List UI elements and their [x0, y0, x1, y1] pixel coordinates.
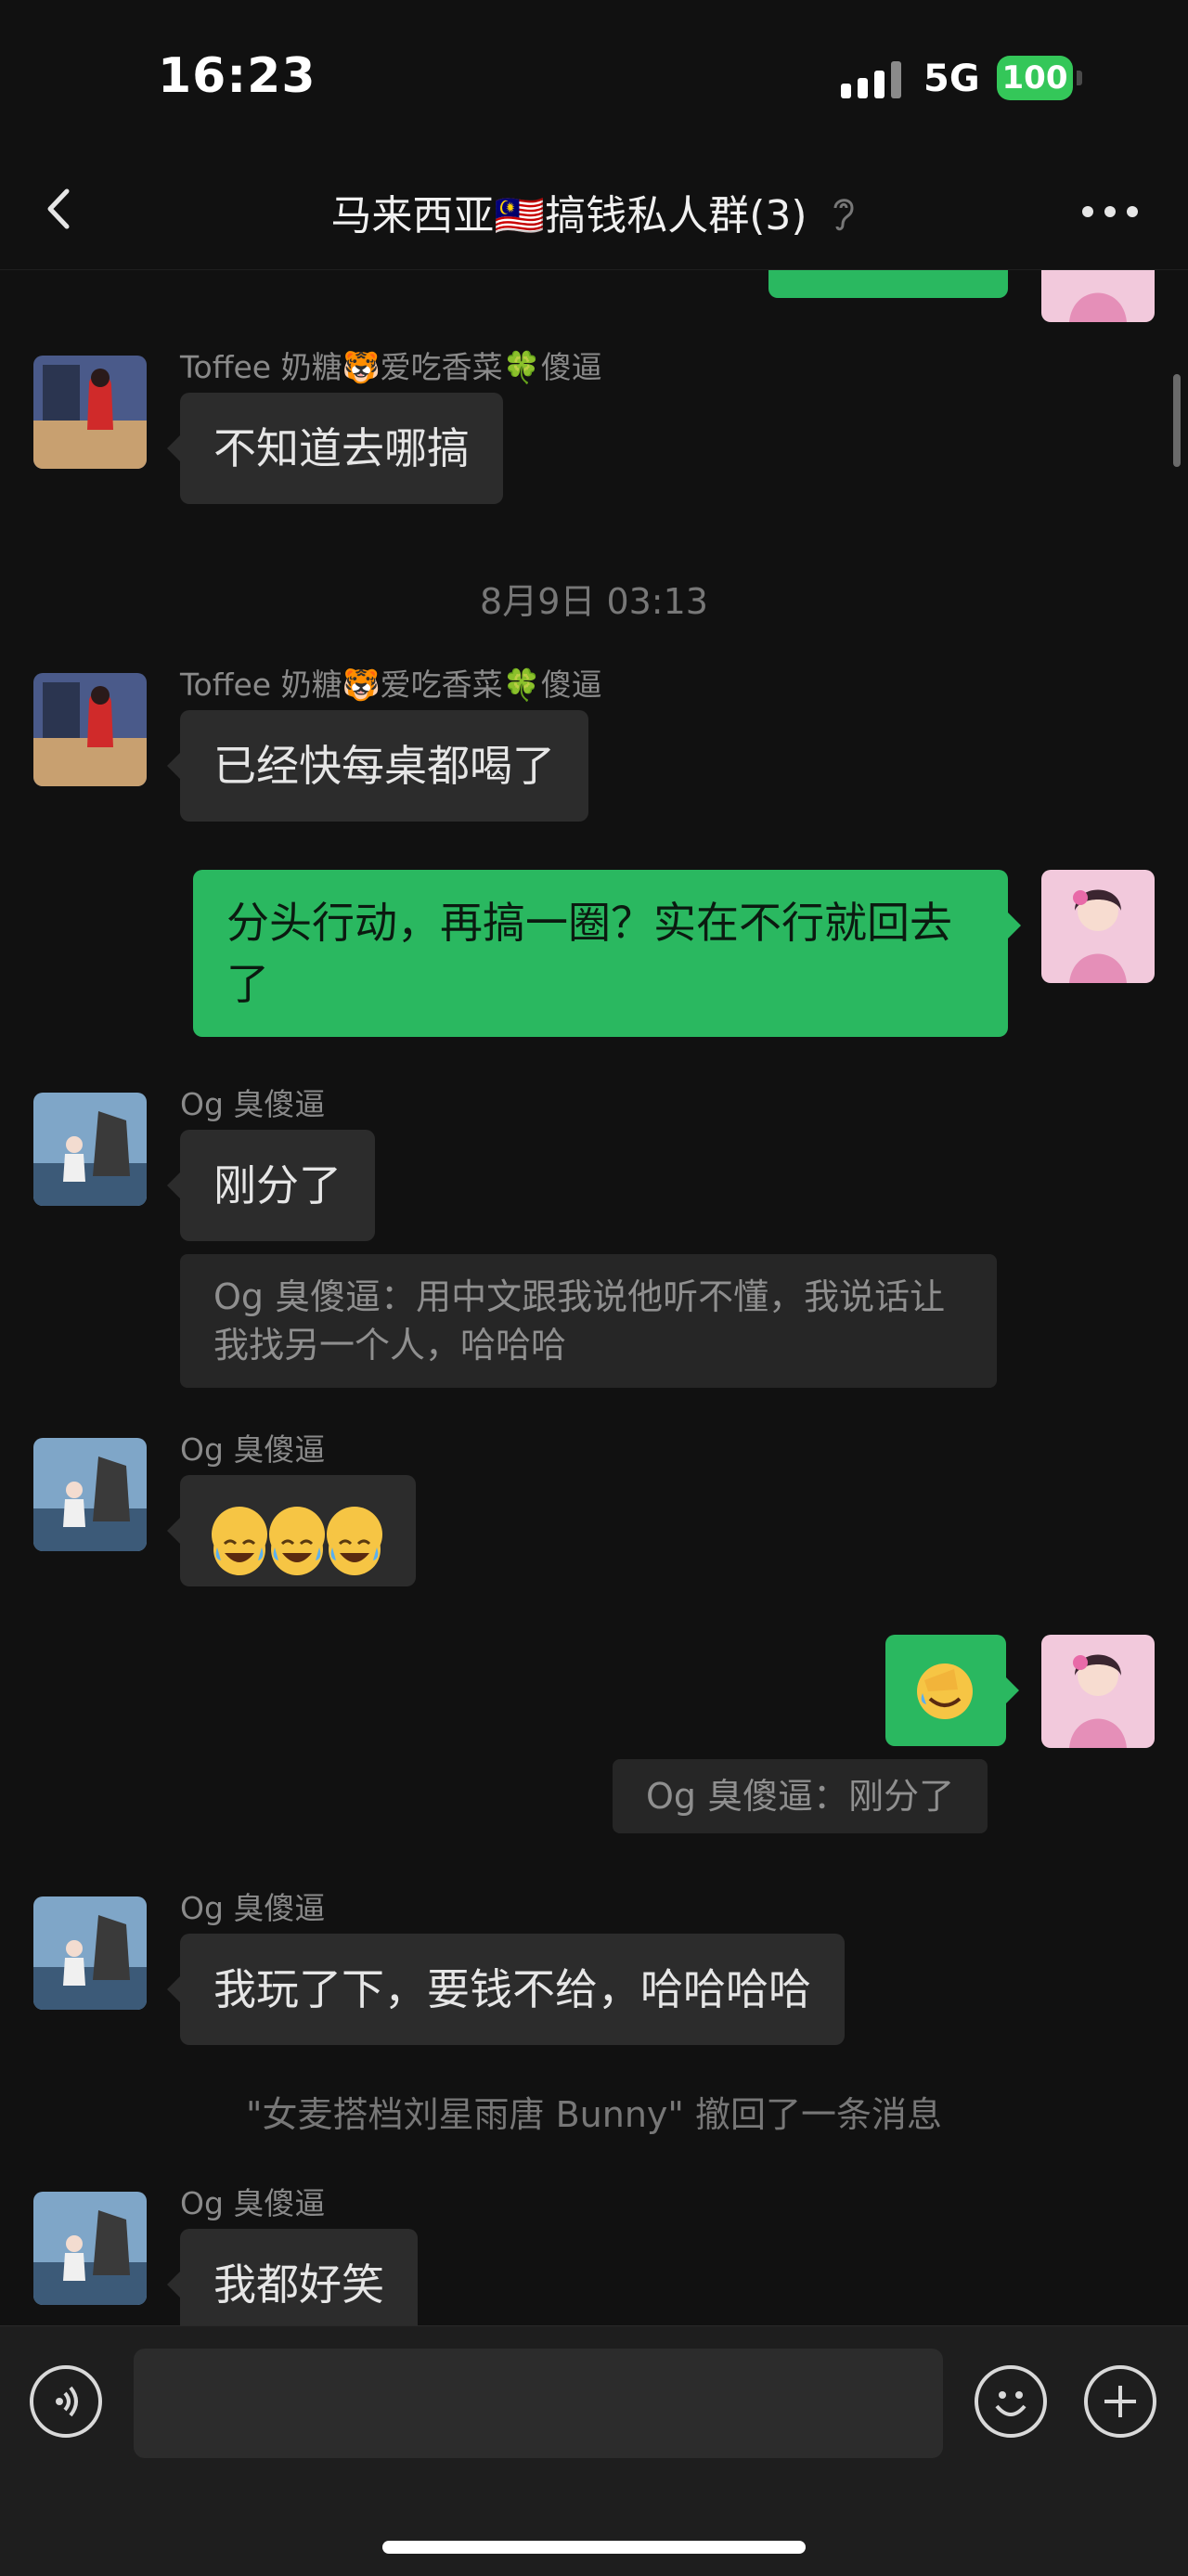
- chat-area[interactable]: Toffee 奶糖🐯爱吃香菜🍀傻逼 不知道去哪搞 8月9日 03:13 Toff…: [0, 270, 1188, 2325]
- message-bubble[interactable]: 刚分了: [167, 1130, 375, 1241]
- face-palm-icon: [917, 1663, 973, 1719]
- quoted-reply[interactable]: Og 臭傻逼：刚分了: [613, 1759, 988, 1833]
- avatar[interactable]: [33, 1093, 147, 1206]
- message-text: 刚分了: [213, 1160, 342, 1210]
- chat-title: 马来西亚🇲🇾搞钱私人群(3): [0, 182, 1188, 244]
- quoted-text: Og 臭傻逼：刚分了: [646, 1776, 955, 1817]
- sender-name: Og 臭傻逼: [180, 2185, 326, 2221]
- message-text: 分头行动，再搞一圈？实在不行就回去了: [226, 898, 952, 1009]
- message-bubble[interactable]: [167, 1475, 416, 1586]
- input-bar: [0, 2325, 1188, 2576]
- status-bar: 16:23 5G 100: [0, 0, 1188, 149]
- plus-icon[interactable]: [1084, 2365, 1156, 2438]
- chat-title-text: 马来西亚🇲🇾搞钱私人群(3): [330, 192, 807, 239]
- message-text: 我都好笑: [213, 2259, 384, 2310]
- tears-of-joy-icon: [327, 1506, 382, 1575]
- message-input[interactable]: [134, 2349, 943, 2458]
- message-text: 不知道去哪搞: [213, 423, 470, 473]
- partial-outgoing-bubble: [768, 270, 1008, 298]
- tears-of-joy-icon: [269, 1506, 325, 1575]
- avatar[interactable]: [33, 356, 147, 469]
- avatar[interactable]: [1041, 1635, 1155, 1748]
- message-bubble[interactable]: 不知道去哪搞: [167, 393, 503, 504]
- message-text: 我玩了下，要钱不给，哈哈哈哈: [213, 1964, 811, 2014]
- recall-notice: "女麦搭档刘星雨唐 Bunny" 撤回了一条消息: [246, 2094, 942, 2135]
- sender-name: Og 臭傻逼: [180, 1890, 326, 1926]
- sender-name: Toffee 奶糖🐯爱吃香菜🍀傻逼: [180, 349, 602, 385]
- network-type: 5G: [923, 58, 980, 100]
- message-bubble-outgoing[interactable]: 分头行动，再搞一圈？实在不行就回去了: [193, 870, 1021, 1037]
- status-time: 16:23: [158, 48, 316, 104]
- scrollbar[interactable]: [1173, 374, 1181, 467]
- tears-of-joy-icon: [212, 1506, 267, 1575]
- home-indicator[interactable]: [382, 2541, 806, 2554]
- message-bubble[interactable]: 我玩了下，要钱不给，哈哈哈哈: [167, 1934, 845, 2045]
- message-bubble[interactable]: 已经快每桌都喝了: [167, 710, 588, 822]
- message-bubble[interactable]: 我都好笑: [167, 2229, 418, 2325]
- sender-name: Og 臭傻逼: [180, 1431, 326, 1468]
- nav-bar: 马来西亚🇲🇾搞钱私人群(3): [0, 149, 1188, 270]
- avatar[interactable]: [33, 1896, 147, 2010]
- message-text: 已经快每桌都喝了: [213, 741, 555, 791]
- avatar[interactable]: [1041, 270, 1155, 322]
- quoted-reply[interactable]: Og 臭傻逼：用中文跟我说他听不懂，我说话让我找另一个人，哈哈哈: [180, 1254, 997, 1388]
- avatar[interactable]: [1041, 870, 1155, 983]
- battery-icon: 100: [997, 56, 1073, 100]
- timestamp: 8月9日 03:13: [480, 581, 708, 622]
- quoted-text: Og 臭傻逼：用中文跟我说他听不懂，我说话让我找另一个人，哈哈哈: [213, 1276, 946, 1366]
- ear-icon: [830, 193, 858, 244]
- battery-tip: [1077, 71, 1082, 85]
- sender-name: Toffee 奶糖🐯爱吃香菜🍀傻逼: [180, 667, 602, 703]
- sender-name: Og 臭傻逼: [180, 1086, 326, 1122]
- signal-icon: [841, 61, 904, 98]
- voice-icon[interactable]: [30, 2365, 102, 2438]
- more-icon[interactable]: [1082, 206, 1138, 219]
- avatar[interactable]: [33, 1438, 147, 1551]
- emoji-icon[interactable]: [975, 2365, 1047, 2438]
- avatar[interactable]: [33, 2192, 147, 2305]
- message-bubble-outgoing[interactable]: [885, 1635, 1019, 1746]
- avatar[interactable]: [33, 673, 147, 786]
